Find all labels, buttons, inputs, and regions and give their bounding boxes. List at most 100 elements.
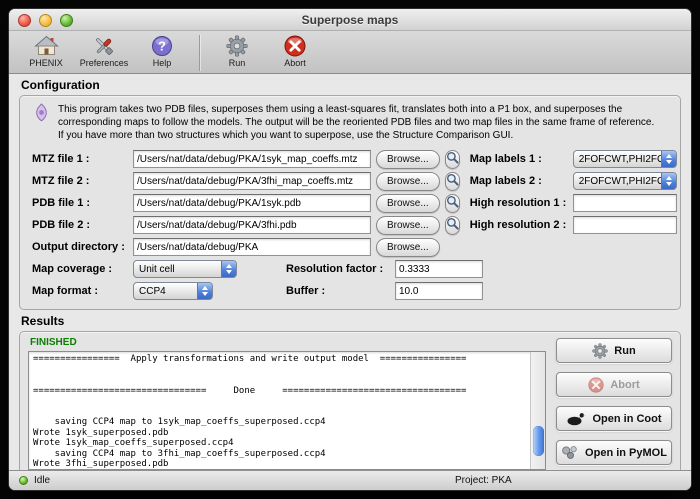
magnifier-icon [446, 151, 459, 167]
tools-icon [92, 34, 116, 58]
toolbar-item-run[interactable]: Run [208, 33, 266, 68]
pdb-file-1-row: PDB file 1 : Browse... High resolution 1… [32, 193, 668, 213]
toolbar-item-help[interactable]: ? Help [133, 33, 191, 68]
mtz-file-1-input[interactable] [133, 150, 371, 168]
toolbar-item-preferences[interactable]: Preferences [75, 33, 133, 68]
pdb-file-2-row: PDB file 2 : Browse... High resolution 2… [32, 215, 668, 235]
zoom-button[interactable] [60, 14, 73, 27]
map-labels-2-value: 2FOFCWT,PHI2FOF... [574, 176, 661, 187]
mtz-file-2-input[interactable] [133, 172, 371, 190]
map-labels-1-label: Map labels 1 : [470, 153, 568, 165]
status-text: Idle [34, 475, 50, 486]
mtz-file-1-browse-button[interactable]: Browse... [376, 150, 440, 169]
toolbar-divider [199, 35, 200, 71]
gear-icon [226, 34, 248, 58]
pdb-file-1-search-button[interactable] [445, 194, 460, 213]
status-finished: FINISHED [30, 337, 546, 348]
map-labels-1-value: 2FOFCWT,PHI2FOF... [574, 154, 661, 165]
gear-icon [592, 343, 608, 359]
run-button-label: Run [614, 345, 635, 357]
high-resolution-2-input[interactable] [573, 216, 677, 234]
close-button[interactable] [18, 14, 31, 27]
toolbar: PHENIX Preferences [9, 31, 691, 74]
abort-icon [588, 377, 604, 393]
map-labels-1-select[interactable]: 2FOFCWT,PHI2FOF... [573, 150, 677, 168]
console-scroll-thumb[interactable] [533, 426, 544, 456]
console-output[interactable]: ================ Apply transformations a… [29, 352, 530, 469]
mtz-file-2-row: MTZ file 2 : Browse... Map labels 2 : 2F… [32, 171, 668, 191]
magnifier-icon [446, 217, 459, 233]
configuration-panel: This program takes two PDB files, superp… [19, 95, 681, 310]
buffer-label: Buffer : [286, 285, 390, 297]
results-buttons: Run Abort [556, 337, 672, 470]
pdb-file-1-browse-button[interactable]: Browse... [376, 194, 440, 213]
abort-icon [284, 34, 306, 58]
titlebar[interactable]: Superpose maps [9, 9, 691, 31]
pdb-file-2-search-button[interactable] [445, 216, 460, 235]
output-directory-input[interactable] [133, 238, 371, 256]
resolution-factor-input[interactable] [395, 260, 483, 278]
mtz-file-1-search-button[interactable] [445, 150, 460, 169]
pdb-file-2-browse-button[interactable]: Browse... [376, 216, 440, 235]
high-resolution-1-label: High resolution 1 : [470, 197, 568, 209]
results-panel: FINISHED ================ Apply transfor… [19, 331, 681, 470]
output-directory-row: Output directory : Browse... [32, 237, 668, 257]
statusbar: Idle Project: PKA [9, 470, 691, 490]
map-format-value: CCP4 [134, 286, 197, 297]
run-button[interactable]: Run [556, 338, 672, 363]
toolbar-preferences-label: Preferences [80, 58, 129, 68]
map-coverage-row: Map coverage : Unit cell Resolution fact… [32, 259, 668, 279]
pdb-file-1-input[interactable] [133, 194, 371, 212]
pdb-file-2-label: PDB file 2 : [32, 219, 128, 231]
traffic-lights [18, 14, 73, 27]
mtz-file-2-label: MTZ file 2 : [32, 175, 128, 187]
high-resolution-2-label: High resolution 2 : [470, 219, 568, 231]
mtz-file-2-browse-button[interactable]: Browse... [376, 172, 440, 191]
popup-arrows-icon [197, 283, 212, 299]
magnifier-icon [446, 195, 459, 211]
project-label: Project: PKA [455, 475, 512, 486]
map-coverage-select[interactable]: Unit cell [133, 260, 237, 278]
mtz-file-1-label: MTZ file 1 : [32, 153, 128, 165]
status-idle-icon [19, 476, 28, 485]
output-directory-label: Output directory : [32, 241, 128, 253]
program-description: This program takes two PDB files, superp… [58, 103, 658, 142]
map-coverage-value: Unit cell [134, 264, 221, 275]
open-in-pymol-label: Open in PyMOL [585, 447, 667, 459]
high-resolution-1-input[interactable] [573, 194, 677, 212]
popup-arrows-icon [661, 173, 676, 189]
map-labels-2-select[interactable]: 2FOFCWT,PHI2FOF... [573, 172, 677, 190]
open-in-pymol-button[interactable]: Open in PyMOL [556, 440, 672, 465]
map-format-row: Map format : CCP4 Buffer : [32, 281, 668, 301]
pdb-file-2-input[interactable] [133, 216, 371, 234]
results-section-title: Results [21, 314, 691, 328]
program-description-row: This program takes two PDB files, superp… [28, 100, 672, 147]
buffer-input[interactable] [395, 282, 483, 300]
minimize-button[interactable] [39, 14, 52, 27]
console-scrollbar[interactable] [530, 352, 545, 469]
toolbar-abort-label: Abort [284, 58, 306, 68]
coot-bird-icon [566, 411, 586, 426]
magnifier-icon [446, 173, 459, 189]
map-format-select[interactable]: CCP4 [133, 282, 213, 300]
home-icon [34, 34, 59, 58]
abort-button-label: Abort [610, 379, 639, 391]
toolbar-phenix-label: PHENIX [29, 58, 63, 68]
content: Configuration This program takes two PDB… [9, 74, 691, 470]
map-labels-2-label: Map labels 2 : [470, 175, 568, 187]
configuration-section-title: Configuration [21, 78, 691, 92]
popup-arrows-icon [661, 151, 676, 167]
svg-text:?: ? [158, 39, 166, 54]
abort-button[interactable]: Abort [556, 372, 672, 397]
pymol-molecule-icon [561, 445, 579, 460]
resolution-factor-label: Resolution factor : [286, 263, 390, 275]
output-directory-browse-button[interactable]: Browse... [376, 238, 440, 257]
mtz-file-1-row: MTZ file 1 : Browse... Map labels 1 : 2F… [32, 149, 668, 169]
toolbar-item-phenix[interactable]: PHENIX [17, 33, 75, 68]
toolbar-item-abort[interactable]: Abort [266, 33, 324, 68]
mtz-file-2-search-button[interactable] [445, 172, 460, 191]
map-format-label: Map format : [32, 285, 128, 297]
popup-arrows-icon [221, 261, 236, 277]
open-in-coot-button[interactable]: Open in Coot [556, 406, 672, 431]
toolbar-run-label: Run [229, 58, 246, 68]
